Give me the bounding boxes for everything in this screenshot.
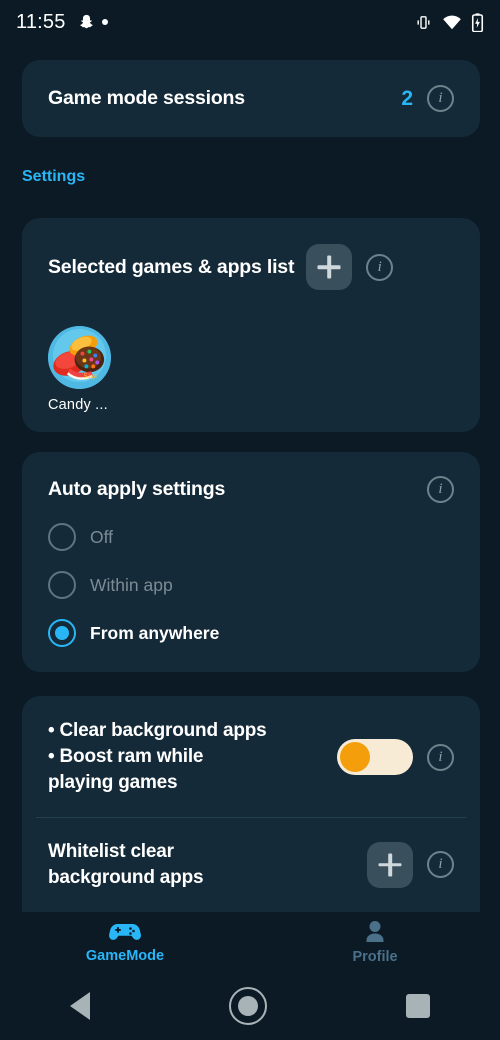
auto-apply-header-row: Auto apply settings i [48, 476, 454, 503]
app-list-item[interactable]: Saga Candy ... [48, 326, 126, 413]
candy-crush-icon: Saga [48, 326, 111, 389]
selected-games-apps-card: Selected games & apps list i Saga Candy … [22, 218, 480, 432]
recents-square-icon[interactable] [406, 994, 431, 1018]
settings-section-header: Settings [22, 168, 86, 185]
info-icon[interactable]: i [427, 476, 454, 503]
auto-apply-title: Auto apply settings [48, 478, 226, 500]
bullet-line: • Clear background apps [48, 720, 267, 741]
boost-bullet-list: • Clear background apps • Boost ram whil… [48, 718, 327, 797]
wifi-icon [443, 15, 461, 30]
notification-dot-icon [101, 19, 108, 25]
boost-ram-toggle[interactable] [337, 739, 413, 776]
radio-label: From anywhere [90, 622, 220, 643]
info-icon[interactable]: i [427, 851, 454, 879]
person-icon [366, 920, 384, 942]
gamepad-icon [109, 923, 141, 940]
toggle-thumb [340, 742, 370, 773]
radio-option-off[interactable]: Off [48, 523, 454, 551]
status-bar: 11:55 [0, 0, 500, 44]
whitelist-row: Whitelist clear background apps i [22, 818, 480, 891]
sessions-title: Game mode sessions [48, 87, 245, 109]
system-navigation-bar [0, 972, 500, 1040]
sessions-count: 2 [401, 86, 413, 110]
whitelist-title: Whitelist clear background apps [48, 839, 355, 891]
selected-games-header-row: Selected games & apps list i [48, 244, 454, 290]
radio-circle-icon [48, 571, 76, 599]
app-name-label: Candy ... [48, 397, 108, 413]
bullet-line: • Boost ram while [48, 746, 204, 768]
tab-profile[interactable]: Profile [250, 920, 500, 965]
boost-ram-card: • Clear background apps • Boost ram whil… [22, 696, 480, 912]
phone-screen: 11:55 Game mode sessions 2 i Settings Se… [0, 0, 500, 1040]
whitelist-line: background apps [48, 866, 204, 888]
radio-circle-icon [48, 523, 76, 551]
radio-label: Off [90, 526, 114, 547]
home-circle-icon[interactable] [228, 987, 267, 1025]
snapchat-ghost-icon [79, 14, 93, 29]
radio-circle-selected-icon [48, 619, 76, 647]
info-icon[interactable]: i [427, 743, 454, 771]
tab-gamemode[interactable]: GameMode [0, 921, 250, 964]
add-whitelist-app-button[interactable] [367, 841, 413, 888]
radio-option-within-app[interactable]: Within app [48, 571, 454, 599]
tab-label: GameMode [85, 947, 165, 964]
add-game-button[interactable] [306, 244, 353, 290]
status-clock: 11:55 [16, 10, 66, 33]
tab-label: Profile [352, 948, 398, 965]
status-notification-icons [78, 13, 108, 31]
radio-label: Within app [90, 574, 173, 595]
auto-apply-settings-card: Auto apply settings i Off Within app Fro… [22, 452, 480, 672]
game-mode-sessions-card[interactable]: Game mode sessions 2 i [22, 60, 480, 137]
whitelist-line: Whitelist clear [48, 840, 174, 862]
bullet-line: playing games [48, 772, 178, 794]
battery-charging-icon [471, 12, 484, 32]
svg-text:Saga: Saga [83, 373, 96, 380]
bottom-tab-bar: GameMode Profile [0, 912, 500, 972]
clear-background-apps-row: • Clear background apps • Boost ram whil… [22, 696, 480, 817]
info-icon[interactable]: i [366, 253, 394, 281]
radio-option-from-anywhere[interactable]: From anywhere [48, 619, 454, 647]
back-triangle-icon[interactable] [69, 992, 90, 1020]
status-system-icons [414, 12, 484, 32]
vibrate-icon [417, 15, 430, 29]
selected-games-title: Selected games & apps list [48, 255, 295, 278]
info-icon[interactable]: i [427, 85, 454, 112]
